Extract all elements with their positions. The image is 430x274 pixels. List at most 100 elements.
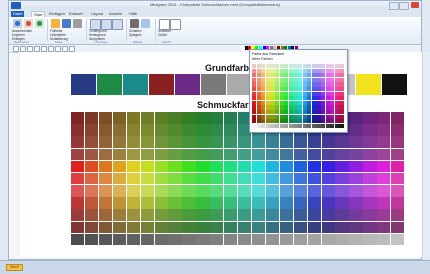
- spot-color-swatch: [196, 136, 210, 148]
- toolbar-color-swatch[interactable]: [241, 46, 244, 50]
- shading-icon[interactable]: [73, 19, 82, 28]
- base-color-swatch: [356, 74, 382, 95]
- base-color-strip: [71, 74, 408, 95]
- spot-color-swatch: [154, 112, 168, 124]
- spot-color-swatch: [265, 172, 280, 185]
- spot-color-swatch: [182, 112, 196, 124]
- spot-color-swatch: [307, 197, 321, 209]
- group-icon[interactable]: [112, 19, 123, 30]
- spot-color-swatch: [363, 124, 377, 136]
- spot-color-swatch: [363, 185, 377, 197]
- spot-color-swatch: [391, 185, 405, 197]
- spot-color-swatch: [293, 233, 307, 246]
- spot-color-swatch: [391, 112, 405, 124]
- base-color-swatch: [382, 74, 407, 95]
- spot-color-swatch: [251, 221, 266, 234]
- spot-color-swatch: [251, 197, 266, 209]
- spot-color-swatch: [182, 136, 196, 148]
- popup-title[interactable]: Mehr Farben: [252, 57, 273, 62]
- spot-color-swatch: [98, 197, 113, 209]
- spot-color-swatch: [196, 112, 210, 124]
- document-canvas: Grundfarb Schmuckfar: [20, 52, 422, 257]
- spot-color-swatch: [154, 160, 168, 173]
- spot-color-swatch: [279, 160, 294, 173]
- spot-color-swatch: [168, 185, 182, 197]
- spot-color-swatch: [279, 233, 294, 246]
- spot-color-swatch: [84, 233, 99, 246]
- spot-color-swatch: [210, 221, 224, 234]
- spot-color-swatch: [112, 160, 127, 173]
- spot-color-swatch: [112, 172, 127, 185]
- spot-color-swatch: [238, 197, 252, 209]
- spot-color-swatch: [349, 209, 363, 222]
- spot-color-swatch: [71, 172, 85, 185]
- spot-color-swatch: [154, 148, 168, 161]
- spot-color-swatch: [293, 221, 307, 234]
- spot-color-swatch: [112, 221, 127, 234]
- spot-color-swatch: [224, 185, 238, 197]
- spot-color-swatch: [168, 136, 182, 148]
- spot-color-swatch: [251, 160, 266, 173]
- spot-color-swatch: [335, 209, 349, 222]
- spot-color-swatch: [71, 233, 85, 246]
- spot-color-swatch: [98, 148, 113, 161]
- ribbon: Ausschneiden Kopieren Einfügen Bearbeite…: [9, 17, 421, 45]
- spot-color-swatch: [71, 185, 85, 197]
- spot-color-swatch: [349, 124, 363, 136]
- spot-color-swatch: [210, 233, 224, 246]
- group-label: Effekte: [133, 40, 143, 44]
- fill-color-icon[interactable]: [51, 19, 60, 28]
- shadow-icon[interactable]: [130, 19, 139, 28]
- close-icon[interactable]: [411, 2, 419, 8]
- ribbon-tabs: Datei Start Einfügen Entwurf Layout Ansi…: [9, 10, 421, 18]
- spot-color-swatch: [71, 221, 85, 234]
- maximize-icon[interactable]: [399, 2, 409, 10]
- spot-color-swatch: [182, 233, 196, 246]
- cut-icon[interactable]: [13, 19, 22, 28]
- spot-color-swatch: [307, 221, 321, 234]
- paste-icon[interactable]: [35, 19, 44, 28]
- spot-color-swatch: [84, 124, 99, 136]
- heading-base-colors: Grundfarb: [205, 63, 249, 73]
- font-size-icon[interactable]: [170, 19, 181, 30]
- spot-color-swatch: [377, 148, 391, 161]
- spot-color-swatch: [265, 148, 280, 161]
- spot-color-swatch: [377, 136, 391, 148]
- base-color-swatch: [96, 74, 122, 95]
- spot-color-swatch: [224, 124, 238, 136]
- spot-color-swatch: [265, 160, 280, 173]
- spot-color-swatch: [168, 124, 182, 136]
- spot-color-swatch: [363, 209, 377, 222]
- ribbon-item-label[interactable]: Größe: [158, 33, 167, 37]
- group-separator: [126, 19, 127, 41]
- spot-color-swatch: [377, 172, 391, 185]
- spot-color-swatch: [349, 112, 363, 124]
- spot-color-swatch: [168, 197, 182, 209]
- right-scroll-panel[interactable]: [422, 52, 430, 257]
- toolbar-color-swatch[interactable]: [244, 46, 248, 50]
- spot-color-swatch: [182, 148, 196, 161]
- new-icon[interactable]: [13, 46, 19, 52]
- spot-color-swatch: [293, 209, 307, 222]
- spot-color-swatch: [377, 124, 391, 136]
- spot-color-swatch: [377, 209, 391, 222]
- spot-color-swatch: [112, 233, 127, 246]
- spot-color-swatch: [196, 197, 210, 209]
- spot-color-swatch: [71, 124, 85, 136]
- line-color-icon[interactable]: [62, 19, 71, 28]
- spot-color-swatch: [210, 197, 224, 209]
- spot-color-swatch: [265, 233, 280, 246]
- copy-icon[interactable]: [24, 19, 33, 28]
- spot-color-swatch: [210, 172, 224, 185]
- spot-color-swatch: [140, 136, 154, 148]
- ribbon-item-label[interactable]: Spiegeln: [129, 33, 141, 37]
- group-label: Anordnen: [95, 40, 109, 44]
- spot-color-swatch: [363, 172, 377, 185]
- spot-color-swatch: [307, 148, 321, 161]
- spot-color-swatch: [391, 124, 405, 136]
- spot-color-swatch: [224, 160, 238, 173]
- mirror-icon[interactable]: [141, 19, 150, 28]
- spot-color-swatch: [84, 112, 99, 124]
- popup-color-swatch[interactable]: [339, 123, 344, 129]
- minimize-icon[interactable]: [389, 2, 399, 10]
